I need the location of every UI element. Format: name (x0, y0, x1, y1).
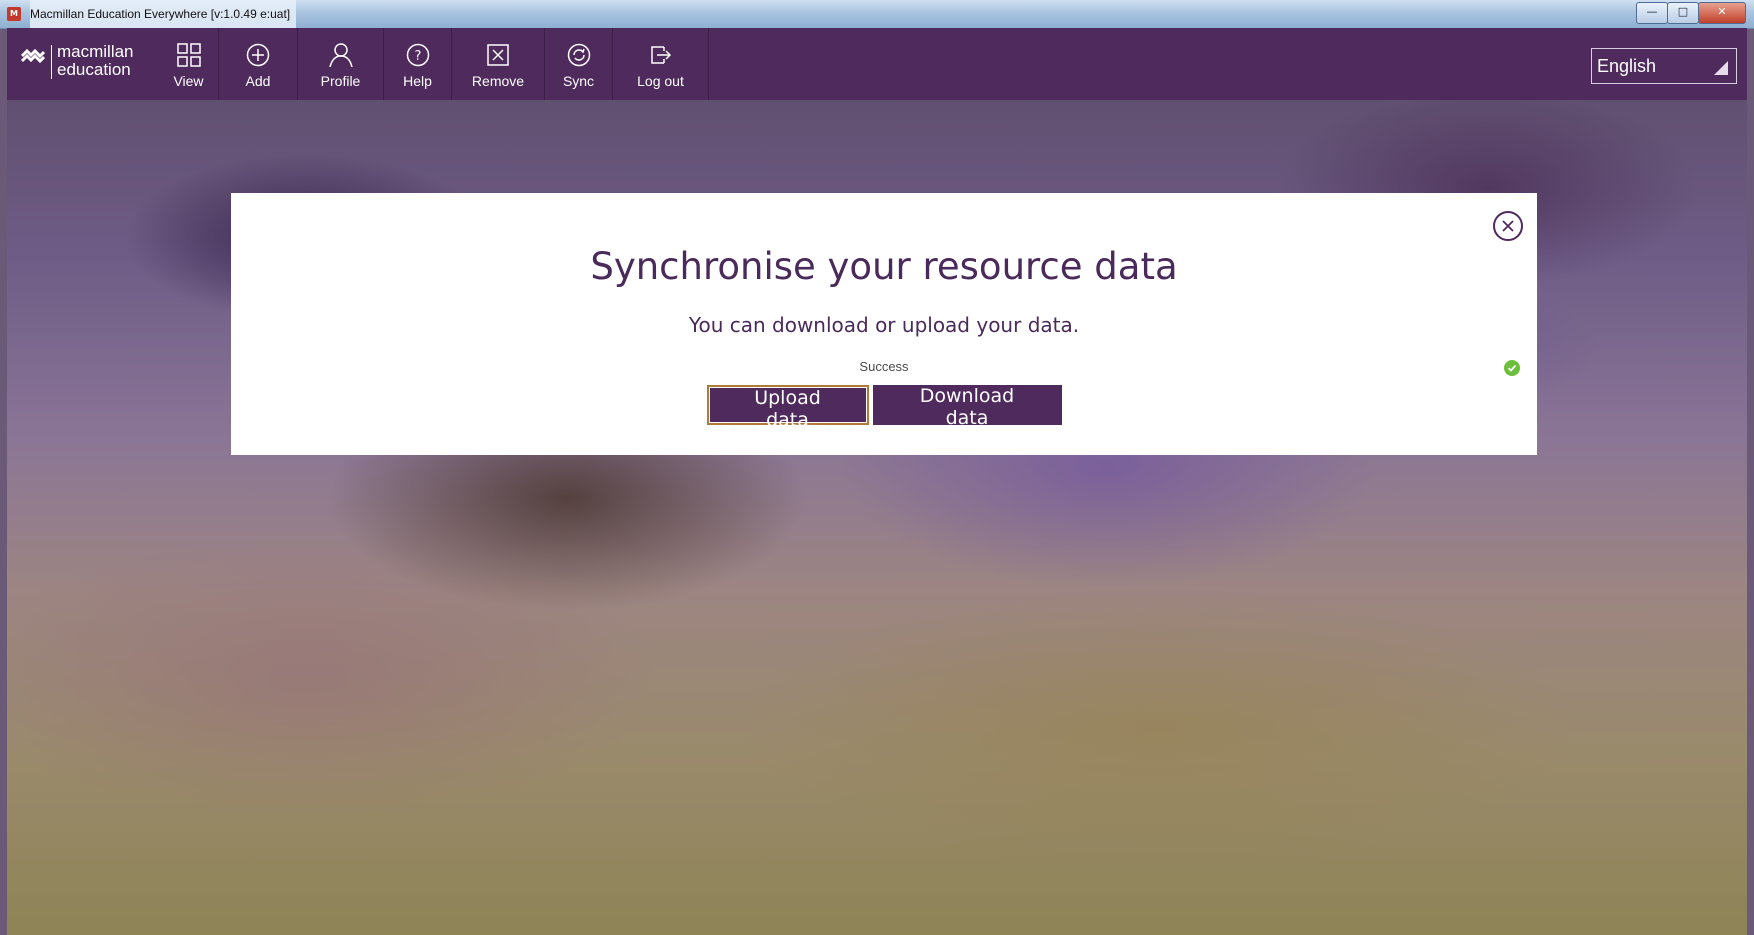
nav-sync-label: Sync (562, 73, 595, 89)
dropdown-caret-icon (1714, 61, 1728, 75)
modal-title: Synchronise your resource data (590, 245, 1178, 288)
window-controls: — □ ✕ (1636, 2, 1746, 24)
svg-text:?: ? (414, 49, 421, 64)
logo-divider (51, 45, 52, 79)
close-icon (1502, 220, 1514, 232)
plus-circle-icon (246, 42, 270, 68)
modal-actions: Upload data Download data (231, 385, 1537, 431)
nav-view-label: View (173, 73, 204, 89)
window-titlebar: M Macmillan Education Everywhere [v:1.0.… (0, 0, 1754, 29)
window-title: Macmillan Education Everywhere [v:1.0.49… (30, 0, 297, 28)
macmillan-logo: macmillan education (7, 28, 159, 100)
nav-logout[interactable]: Log out (613, 28, 709, 100)
nav-logout-label: Log out (637, 73, 684, 89)
nav-add[interactable]: Add (219, 28, 298, 100)
language-value: English (1597, 56, 1657, 76)
app-window: macmillan education View Add Profile ? H… (7, 28, 1747, 935)
status-text: Success (859, 359, 909, 374)
nav-help-label: Help (403, 73, 432, 89)
download-data-button[interactable]: Download data (872, 385, 1062, 429)
grid-icon (176, 42, 201, 68)
nav-add-label: Add (245, 73, 271, 89)
nav-remove-label: Remove (471, 73, 525, 89)
nav-profile-label: Profile (320, 73, 361, 89)
question-circle-icon: ? (406, 42, 430, 68)
success-check-icon (1504, 360, 1520, 376)
modal-close-button[interactable] (1493, 211, 1523, 241)
person-icon (328, 42, 354, 68)
nav-remove[interactable]: Remove (452, 28, 545, 100)
app-icon: M (7, 7, 21, 21)
top-navigation: macmillan education View Add Profile ? H… (7, 28, 1747, 100)
close-window-button[interactable]: ✕ (1698, 2, 1746, 24)
nav-profile[interactable]: Profile (298, 28, 384, 100)
logo-text-line1: macmillan (57, 42, 134, 61)
nav-sync[interactable]: Sync (545, 28, 613, 100)
modal-subtitle: You can download or upload your data. (688, 313, 1080, 337)
sync-modal: Synchronise your resource data You can d… (231, 193, 1537, 455)
nav-view[interactable]: View (159, 28, 219, 100)
logout-icon (649, 42, 673, 68)
nav-help[interactable]: ? Help (384, 28, 452, 100)
upload-data-button[interactable]: Upload data (706, 385, 869, 431)
logo-text-line2: education (57, 60, 131, 79)
maximize-button[interactable]: □ (1667, 2, 1699, 24)
minimize-button[interactable]: — (1636, 2, 1668, 24)
sync-icon (567, 42, 591, 68)
language-select[interactable]: English (1591, 48, 1737, 84)
x-box-icon (486, 42, 510, 68)
logo-mark-icon (21, 48, 45, 64)
